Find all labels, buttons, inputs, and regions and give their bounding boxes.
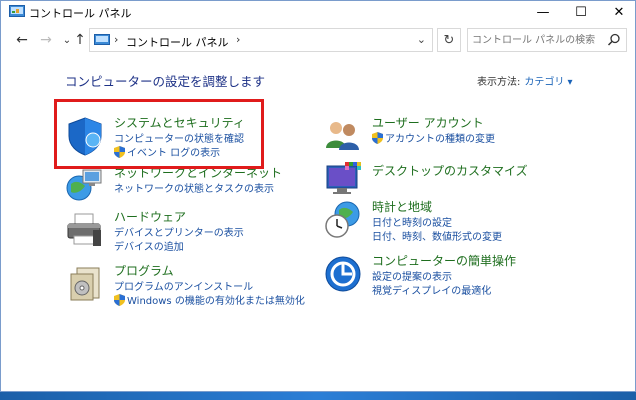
network-globe-icon[interactable] [65,166,105,206]
category-link[interactable]: プログラムのアンインストール [114,278,253,293]
category-title[interactable]: プログラム [114,262,174,279]
view-by-dropdown[interactable]: カテゴリ ▾ [524,77,572,88]
category-title[interactable]: デスクトップのカスタマイズ [372,162,528,179]
category-title[interactable]: コンピューターの簡単操作 [372,252,516,269]
up-button[interactable]: ↑ [71,31,89,49]
breadcrumb-chevron-icon[interactable]: › [236,33,240,46]
category-link[interactable]: デバイスの追加 [114,238,184,253]
printer-icon[interactable] [65,210,105,250]
maximize-button[interactable]: ☐ [561,1,601,23]
navigation-bar: ← → ⌄ ↑ › コントロール パネル › ⌄ ↻ [1,25,635,55]
back-button[interactable]: ← [13,31,31,49]
category-link[interactable]: 日付、時刻、数値形式の変更 [372,228,502,243]
uac-shield-icon [372,132,383,144]
desktop-background [0,392,636,400]
uac-shield-icon [114,294,125,306]
search-input[interactable] [472,32,602,48]
account-type-link-label: アカウントの種類の変更 [385,134,495,145]
search-box[interactable] [467,28,627,52]
category-title[interactable]: ハードウェア [114,208,186,225]
minimize-button[interactable]: — [523,1,563,23]
category-link[interactable]: ネットワークの状態とタスクの表示 [114,180,274,195]
control-panel-window: コントロール パネル — ☐ ✕ ← → ⌄ ↑ › コントロール パネル › … [0,0,636,392]
category-title[interactable]: 時計と地域 [372,198,432,215]
breadcrumb-control-panel[interactable]: コントロール パネル [126,34,229,50]
refresh-button[interactable]: ↻ [437,28,461,52]
search-icon[interactable] [606,32,622,48]
main-content: コンピューターの設定を調整します 表示方法: カテゴリ ▾ システムとセキュリティ… [1,56,635,391]
address-dropdown-icon[interactable]: ⌄ [417,33,426,46]
category-network-internet: ネットワークとインターネット ネットワークの状態とタスクの表示 [65,166,282,206]
breadcrumb-chevron-icon[interactable]: › [114,33,118,46]
category-appearance: デスクトップのカスタマイズ [323,160,543,200]
clock-globe-icon[interactable] [323,200,363,240]
title-bar: コントロール パネル — ☐ ✕ [1,1,635,23]
windows-features-link-label: Windows の機能の有効化または無効化 [127,296,305,307]
close-button[interactable]: ✕ [599,1,635,23]
category-link[interactable]: 設定の提案の表示 [372,268,452,283]
view-by-label: 表示方法: [477,77,521,88]
control-panel-icon [9,5,25,17]
address-bar[interactable]: › コントロール パネル › ⌄ [89,28,433,52]
category-programs: プログラム プログラムのアンインストール Windows の機能の有効化または無… [65,262,305,310]
programs-icon[interactable] [65,264,105,304]
category-clock-region: 時計と地域 日付と時刻の設定 日付、時刻、数値形式の変更 [323,200,523,244]
category-link-with-shield[interactable]: アカウントの種類の変更 [372,130,495,145]
highlight-box [54,99,264,169]
window-title: コントロール パネル [29,7,132,20]
page-heading: コンピューターの設定を調整します [65,74,266,89]
category-title[interactable]: ユーザー アカウント [372,114,484,131]
view-by: 表示方法: カテゴリ ▾ [477,73,573,88]
category-link[interactable]: デバイスとプリンターの表示 [114,224,244,239]
category-link[interactable]: 日付と時刻の設定 [372,214,452,229]
category-link-with-shield[interactable]: Windows の機能の有効化または無効化 [114,292,305,307]
category-ease-of-access: コンピューターの簡単操作 設定の提案の表示 視覚ディスプレイの最適化 [323,254,523,298]
users-icon[interactable] [323,116,363,156]
accessibility-icon[interactable] [323,254,363,294]
category-link[interactable]: 視覚ディスプレイの最適化 [372,282,491,297]
desktop-icon[interactable] [323,160,363,200]
category-hardware: ハードウェア デバイスとプリンターの表示 デバイスの追加 [65,208,265,253]
category-user-accounts: ユーザー アカウント アカウントの種類の変更 [323,116,523,156]
control-panel-icon [94,34,110,45]
forward-button[interactable]: → [37,31,55,49]
